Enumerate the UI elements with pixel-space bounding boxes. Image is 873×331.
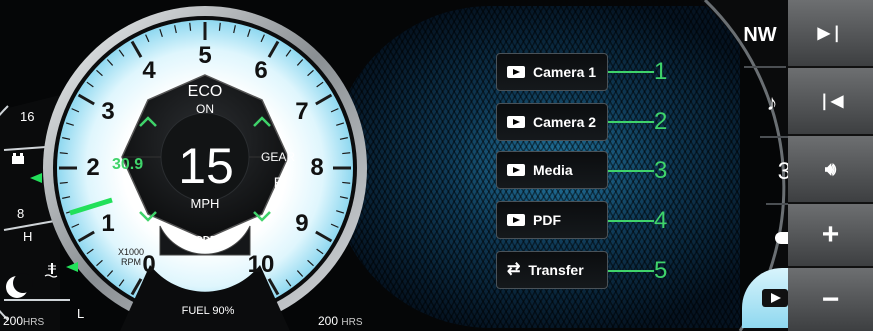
transfer-icon: ⇄ (507, 261, 521, 278)
modes-button-label: MODES (186, 235, 224, 246)
engine-hours-right: 200 HRS (318, 314, 363, 328)
battery-max-label: 16 (20, 109, 35, 124)
helm-display: 0 1 2 3 4 5 6 7 8 9 10 X1000 RPM ECO ON 30.9 15 MP… (0, 0, 873, 331)
callout-line-4 (608, 220, 654, 222)
skip-back-icon: ❘◀ (817, 93, 844, 110)
rpm-label-6: 6 (254, 57, 268, 84)
rpm-unit: X1000 RPM (110, 247, 152, 267)
engine-hours-right-unit: HRS (341, 317, 363, 328)
callout-line-3 (608, 170, 654, 172)
rpm-label-5: 5 (198, 42, 212, 69)
engine-hours-left: 200HRS (3, 314, 44, 328)
callout-number-4: 4 (654, 207, 668, 234)
play-icon (507, 214, 525, 226)
callout-number-2: 2 (654, 108, 668, 135)
eco-mode-toggle[interactable]: ECO ON (175, 83, 235, 116)
camera-2-button[interactable]: Camera 2 (496, 103, 608, 141)
previous-track-button[interactable]: ❘◀ (788, 68, 873, 136)
gear-value: F (273, 174, 283, 190)
volume-button[interactable]: 🔊︎ (788, 136, 873, 204)
fuel-level: FUEL 90% (181, 305, 235, 317)
callout-number-5: 5 (654, 257, 668, 284)
speaker-icon: 🔊︎ (824, 158, 837, 179)
rpm-label-4: 4 (142, 57, 156, 84)
rpm-label-8: 8 (310, 154, 324, 181)
callout-line-1 (608, 71, 654, 73)
music-note-icon: ♪ (766, 90, 778, 115)
minus-icon: − (821, 282, 840, 316)
engine-hours-right-value: 200 (318, 314, 339, 328)
eco-state: ON (196, 102, 214, 116)
play-icon (507, 164, 525, 176)
battery-min-label: 8 (17, 206, 25, 221)
rpm-label-9: 9 (295, 210, 309, 237)
music-button[interactable]: ♪ (752, 78, 792, 128)
pdf-label: PDF (533, 212, 561, 228)
gear-selector[interactable]: GEAR F (255, 150, 301, 190)
divider (744, 66, 786, 68)
compass-heading: NW (743, 23, 777, 46)
rpm-label-7: 7 (295, 98, 309, 125)
skip-forward-icon: ▶❘ (817, 25, 844, 42)
speed-unit: MPH (190, 196, 220, 211)
rpm-unit-label: RPM (121, 257, 141, 267)
battery-icon (12, 156, 24, 164)
next-track-button[interactable]: ▶❘ (788, 0, 873, 68)
callout-line-5 (608, 270, 654, 272)
rpm-minor-tick (59, 152, 68, 155)
rpm-minor-tick (342, 152, 351, 155)
temp-indicator-icon (66, 262, 78, 272)
play-icon (507, 116, 525, 128)
callout-number-1: 1 (654, 58, 668, 85)
eco-label: ECO (187, 83, 223, 100)
rpm-label-1: 1 (101, 210, 115, 237)
temp-max-label: H (23, 229, 33, 244)
rpm-minor-tick (342, 181, 351, 184)
media-button[interactable]: Media (496, 151, 608, 189)
camera-2-label: Camera 2 (533, 114, 597, 130)
volume-down-button[interactable]: − (788, 268, 873, 331)
rpm-minor-tick (218, 22, 221, 31)
media-label: Media (533, 162, 573, 178)
rpm-label-10: 10 (247, 250, 275, 278)
engine-hours-left-value: 200 (3, 314, 24, 328)
rpm-unit-multiplier: X1000 (117, 247, 145, 257)
engine-hours-left-unit: HRS (23, 317, 45, 328)
callout-line-2 (608, 121, 654, 123)
play-icon (507, 66, 525, 78)
speed-setpoint: 30.9 (112, 156, 144, 173)
camera-1-label: Camera 1 (533, 64, 597, 80)
transfer-button[interactable]: ⇄ Transfer (496, 251, 608, 289)
callout-number-3: 3 (654, 157, 668, 184)
camera-1-button[interactable]: Camera 1 (496, 53, 608, 91)
rpm-label-2: 2 (86, 154, 100, 181)
pdf-button[interactable]: PDF (496, 201, 608, 239)
rpm-minor-tick (59, 181, 68, 184)
temp-min-label: L (77, 306, 85, 321)
play-icon (762, 289, 788, 307)
gear-label: GEAR (260, 150, 295, 164)
speed-value: 15 (178, 138, 234, 194)
transfer-label: Transfer (528, 262, 584, 278)
rpm-minor-tick (189, 22, 192, 31)
volume-up-button[interactable]: + (788, 204, 873, 268)
rpm-label-3: 3 (101, 98, 115, 125)
plus-icon: + (821, 218, 840, 251)
